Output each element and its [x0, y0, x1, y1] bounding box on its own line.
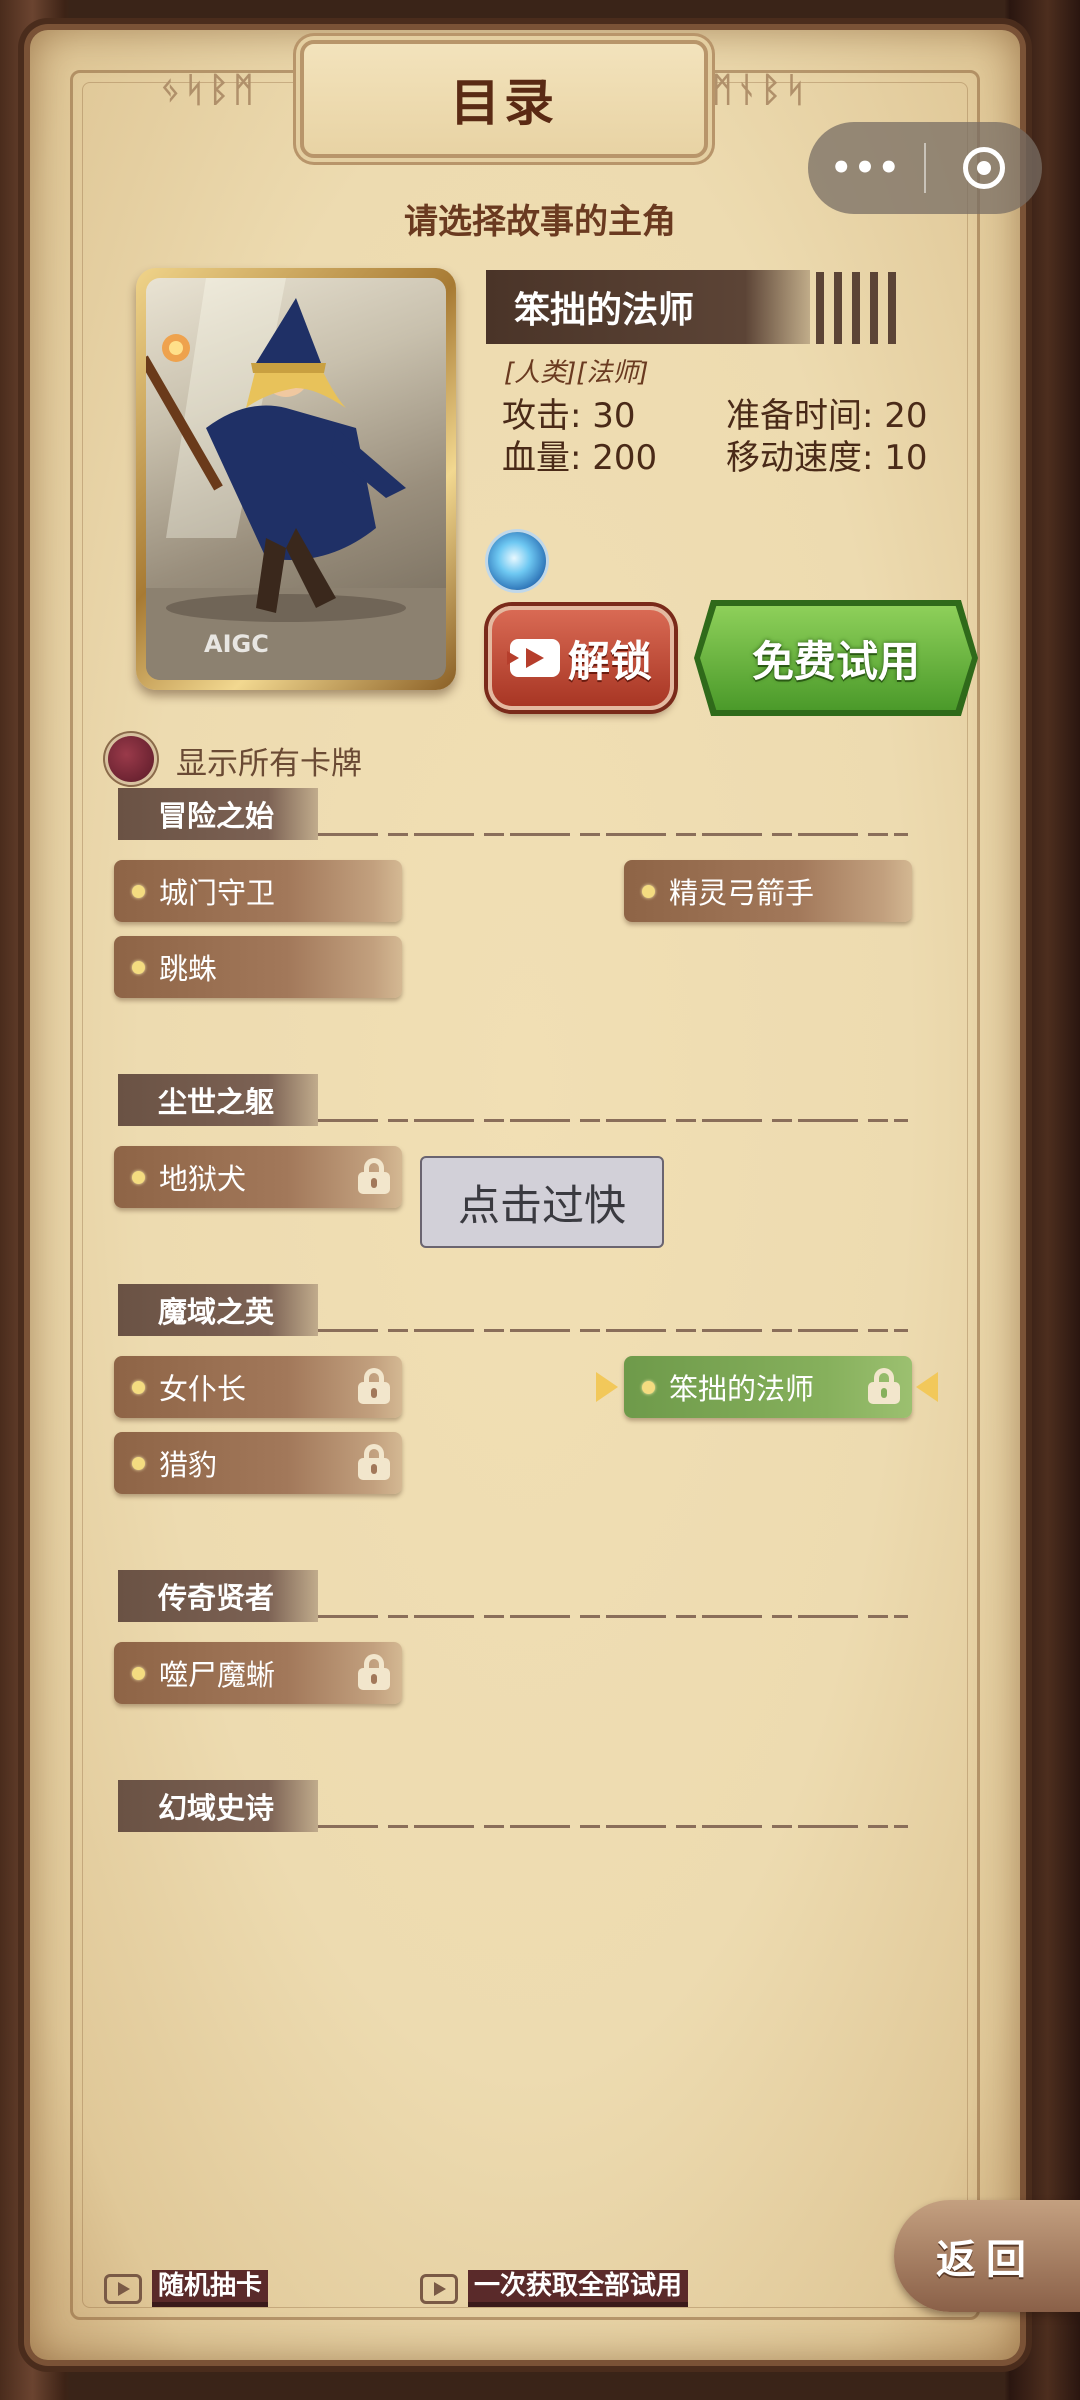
- toast-message: 点击过快: [420, 1156, 664, 1248]
- free-trial-button[interactable]: 免费试用: [700, 606, 972, 710]
- page-title: 目录: [450, 74, 558, 132]
- stat-hp: 血量: 200: [502, 438, 658, 478]
- card-item[interactable]: 精灵弓箭手: [624, 860, 912, 922]
- hero-name: 笨拙的法师: [514, 290, 695, 331]
- back-button[interactable]: 返回: [894, 2200, 1080, 2312]
- hero-tags: [人类][法师]: [504, 358, 649, 388]
- stat-move-speed: 移动速度: 10: [726, 438, 928, 478]
- section-title: 传奇贤者: [158, 1581, 275, 1615]
- rune-decoration-right: ᛗᚾᛒᛋ: [712, 70, 810, 110]
- section-header: 尘世之躯: [118, 1074, 908, 1126]
- name-plate-decoration: [816, 272, 896, 344]
- unlock-button[interactable]: 解锁: [488, 606, 674, 710]
- section-title: 魔域之英: [158, 1295, 275, 1329]
- section-header: 魔域之英: [118, 1284, 908, 1336]
- show-all-cards-label: 显示所有卡牌: [176, 746, 362, 782]
- show-all-cards-toggle[interactable]: [108, 736, 154, 782]
- lock-icon: [358, 1654, 390, 1690]
- card-item[interactable]: 女仆长: [114, 1356, 402, 1418]
- card-item-selected[interactable]: 笨拙的法师: [624, 1356, 912, 1418]
- section-title: 冒险之始: [158, 799, 275, 833]
- card-item[interactable]: 地狱犬: [114, 1146, 402, 1208]
- section-header: 冒险之始: [118, 788, 908, 840]
- lock-icon: [358, 1368, 390, 1404]
- hero-name-plate: 笨拙的法师: [486, 270, 810, 344]
- hero-card: AIGC: [136, 268, 456, 690]
- random-draw-link[interactable]: 随机抽卡: [104, 2270, 269, 2307]
- hero-portrait: AIGC: [146, 278, 446, 680]
- video-icon: [104, 2273, 142, 2304]
- section-title: 幻域史诗: [158, 1791, 275, 1825]
- video-icon: [420, 2273, 458, 2304]
- skill-orb-icon[interactable]: [488, 532, 546, 590]
- rune-decoration-left: ᛃᛋᛒᛗ: [160, 70, 258, 110]
- get-all-trial-link[interactable]: 一次获取全部试用: [420, 2270, 689, 2307]
- card-item[interactable]: 噬尸魔蜥: [114, 1642, 402, 1704]
- card-item[interactable]: 跳蛛: [114, 936, 402, 998]
- more-dots-icon[interactable]: •••: [808, 148, 924, 188]
- selection-arrow-right-icon: [916, 1372, 938, 1402]
- title-plate: 目录: [300, 40, 708, 158]
- video-camera-icon: [506, 639, 560, 677]
- card-item[interactable]: 猎豹: [114, 1432, 402, 1494]
- selection-arrow-left-icon: [596, 1372, 618, 1402]
- page-subtitle: 请选择故事的主角: [404, 202, 676, 242]
- lock-icon: [358, 1158, 390, 1194]
- card-item[interactable]: 城门守卫: [114, 860, 402, 922]
- mage-illustration: [146, 278, 446, 680]
- lock-icon: [358, 1444, 390, 1480]
- target-circle-icon[interactable]: [926, 147, 1042, 189]
- aigc-watermark: AIGC: [204, 630, 269, 658]
- lock-icon: [868, 1368, 900, 1404]
- section-header: 幻域史诗: [118, 1780, 908, 1832]
- section-title: 尘世之躯: [158, 1085, 275, 1119]
- section-header: 传奇贤者: [118, 1570, 908, 1622]
